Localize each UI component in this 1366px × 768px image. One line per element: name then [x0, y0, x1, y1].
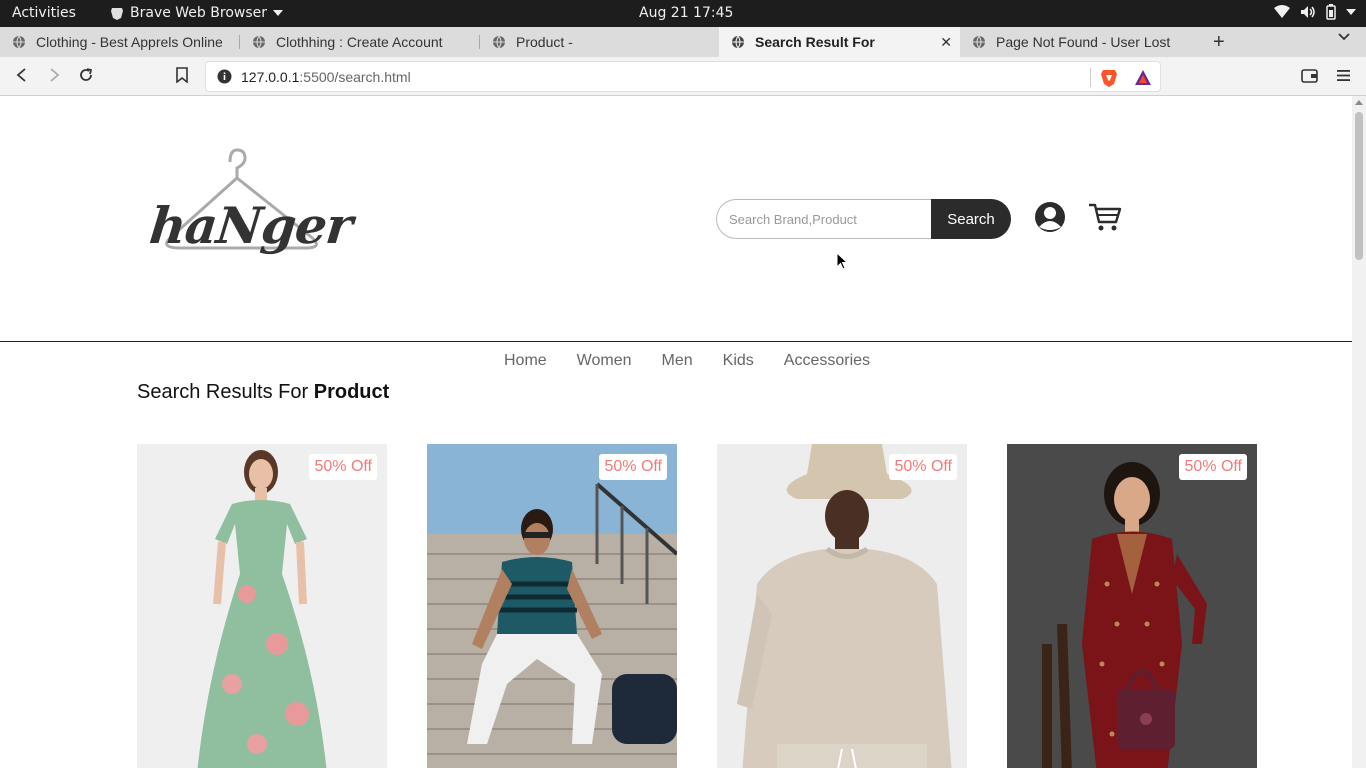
close-tab-icon[interactable]: ✕	[940, 34, 952, 51]
search-form: Search	[716, 199, 1012, 239]
app-name: Brave Web Browser	[130, 5, 267, 21]
discount-badge: 50% Off	[309, 454, 377, 480]
results-prefix: Search Results For	[137, 381, 309, 403]
tab-title: Clothhing : Create Account	[276, 34, 443, 50]
search-input[interactable]	[716, 199, 931, 239]
product-card[interactable]: 50% Off	[427, 444, 677, 768]
tab-page-not-found[interactable]: Page Not Found - User Lost	[960, 27, 1200, 57]
product-card[interactable]: 50% Off	[717, 444, 967, 768]
nav-men[interactable]: Men	[662, 352, 693, 370]
url-text: 127.0.0.1:5500/search.html	[241, 69, 411, 85]
nav-home[interactable]: Home	[504, 352, 547, 370]
discount-badge: 50% Off	[599, 454, 667, 480]
site-logo[interactable]: haNger	[147, 148, 355, 268]
tab-title: Search Result For	[755, 34, 875, 50]
address-divider	[1090, 68, 1091, 87]
discount-badge: 50% Off	[889, 454, 957, 480]
address-bar[interactable]: 127.0.0.1:5500/search.html	[205, 61, 1161, 92]
cart-icon[interactable]	[1088, 202, 1122, 232]
new-tab-icon[interactable]: +	[1213, 31, 1225, 54]
menu-icon[interactable]	[1337, 69, 1350, 82]
app-menu[interactable]: Brave Web Browser	[110, 5, 283, 21]
nav-women[interactable]: Women	[577, 352, 632, 370]
url-host: 127.0.0.1	[241, 69, 300, 85]
volume-icon	[1301, 6, 1315, 18]
globe-icon	[493, 35, 505, 49]
chevron-down-icon	[1346, 9, 1356, 15]
scrollbar-thumb[interactable]	[1355, 112, 1363, 260]
site-info-icon[interactable]	[217, 69, 232, 84]
tab-create-account[interactable]: Clothhing : Create Account	[240, 27, 480, 57]
user-account-icon[interactable]	[1034, 201, 1066, 233]
product-image	[717, 444, 967, 768]
bookmark-icon[interactable]	[176, 67, 188, 83]
product-card[interactable]: 50% Off	[137, 444, 387, 768]
main-nav: Home Women Men Kids Accessories	[0, 352, 1352, 370]
tab-list-chevron-icon[interactable]	[1338, 33, 1350, 41]
forward-icon[interactable]	[46, 67, 62, 83]
globe-icon	[732, 35, 744, 49]
brave-shields-icon[interactable]	[1100, 68, 1118, 88]
tab-product[interactable]: Product -	[480, 27, 720, 57]
nav-kids[interactable]: Kids	[723, 352, 754, 370]
globe-icon	[253, 35, 265, 49]
globe-icon	[973, 35, 985, 49]
web-page: haNger Search Home Women Men Kids Access…	[0, 96, 1352, 768]
logo-text: haNger	[146, 196, 355, 255]
tab-search-result[interactable]: Search Result For ✕	[719, 27, 960, 57]
url-path: :5500/search.html	[299, 69, 411, 85]
tab-title: Page Not Found - User Lost	[996, 34, 1171, 50]
product-image	[137, 444, 387, 768]
tab-clothing-home[interactable]: Clothing - Best Apprels Online	[0, 27, 240, 57]
results-query: Product	[313, 381, 390, 403]
chevron-down-icon	[273, 10, 283, 16]
battery-icon	[1326, 4, 1336, 20]
brave-rewards-icon[interactable]	[1134, 69, 1152, 86]
brave-app-icon	[111, 7, 123, 20]
nav-accessories[interactable]: Accessories	[784, 352, 870, 370]
tab-title: Clothing - Best Apprels Online	[36, 34, 223, 50]
browser-toolbar: 127.0.0.1:5500/search.html	[0, 57, 1366, 96]
tab-title: Product -	[516, 34, 573, 50]
page-scrollbar[interactable]	[1352, 96, 1366, 768]
discount-badge: 50% Off	[1179, 454, 1247, 480]
product-image	[1007, 444, 1257, 768]
clock[interactable]: Aug 21 17:45	[639, 5, 733, 21]
results-heading: Search Results For Product	[137, 381, 389, 404]
reload-icon[interactable]	[78, 67, 94, 83]
activities-button[interactable]: Activities	[12, 5, 76, 21]
scroll-up-arrow-icon[interactable]	[1355, 100, 1363, 105]
wallet-icon[interactable]	[1301, 69, 1318, 83]
tab-strip: Clothing - Best Apprels Online Clothhing…	[0, 27, 1366, 57]
wifi-icon	[1274, 5, 1290, 18]
mouse-cursor-icon	[836, 252, 848, 270]
system-tray[interactable]	[1274, 4, 1356, 20]
globe-icon	[13, 35, 25, 49]
back-icon[interactable]	[14, 67, 30, 83]
system-top-bar: Activities Brave Web Browser Aug 21 17:4…	[0, 0, 1366, 27]
header-divider	[0, 341, 1352, 342]
search-button[interactable]: Search	[931, 199, 1011, 239]
product-image	[427, 444, 677, 768]
product-card[interactable]: 50% Off	[1007, 444, 1257, 768]
